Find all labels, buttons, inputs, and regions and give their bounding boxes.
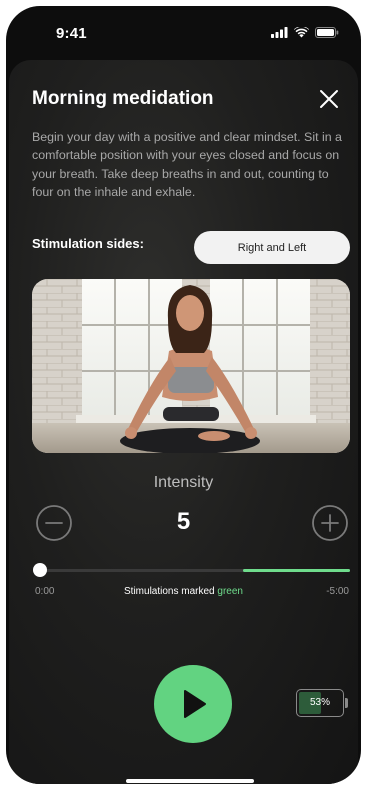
session-sheet: Morning medidation Begin your day with a… <box>9 60 358 784</box>
meditation-photo <box>32 279 350 453</box>
remaining-time: -5:00 <box>326 586 349 597</box>
play-button[interactable] <box>154 665 232 743</box>
battery-percent: 53% <box>309 697 330 708</box>
timeline-scrubber-thumb[interactable] <box>33 563 47 577</box>
legend-prefix: Stimulations marked <box>124 586 215 597</box>
stimulation-legend: Stimulations marked green <box>9 586 358 597</box>
battery-icon <box>315 27 339 38</box>
meditation-illustration <box>32 279 350 453</box>
increase-intensity-button[interactable] <box>311 504 349 542</box>
stimulation-sides-label: Stimulation sides: <box>32 236 144 251</box>
intensity-value: 5 <box>176 508 191 535</box>
plus-circle-icon <box>312 505 348 541</box>
status-bar: 9:41 <box>6 6 361 58</box>
legend-highlight: green <box>217 586 243 597</box>
battery-cap <box>345 698 348 708</box>
play-icon <box>184 690 206 718</box>
status-time: 9:41 <box>56 25 87 42</box>
session-description: Begin your day with a positive and clear… <box>32 130 342 200</box>
cellular-signal-icon <box>271 27 288 38</box>
close-icon <box>320 90 338 108</box>
stimulation-marked-segment <box>243 569 350 572</box>
phone-screen: 9:41 Morning medidation Begin your day w… <box>6 6 361 784</box>
close-button[interactable] <box>314 84 344 114</box>
device-battery-indicator: 53% <box>296 689 348 719</box>
stimulation-sides-button[interactable]: Right and Left <box>194 231 350 264</box>
session-title: Morning medidation <box>32 88 214 109</box>
intensity-label: Intensity <box>153 474 214 491</box>
status-icons <box>271 27 339 38</box>
session-timeline-track[interactable] <box>40 569 350 572</box>
wifi-icon <box>294 27 309 38</box>
home-indicator[interactable] <box>126 779 254 783</box>
